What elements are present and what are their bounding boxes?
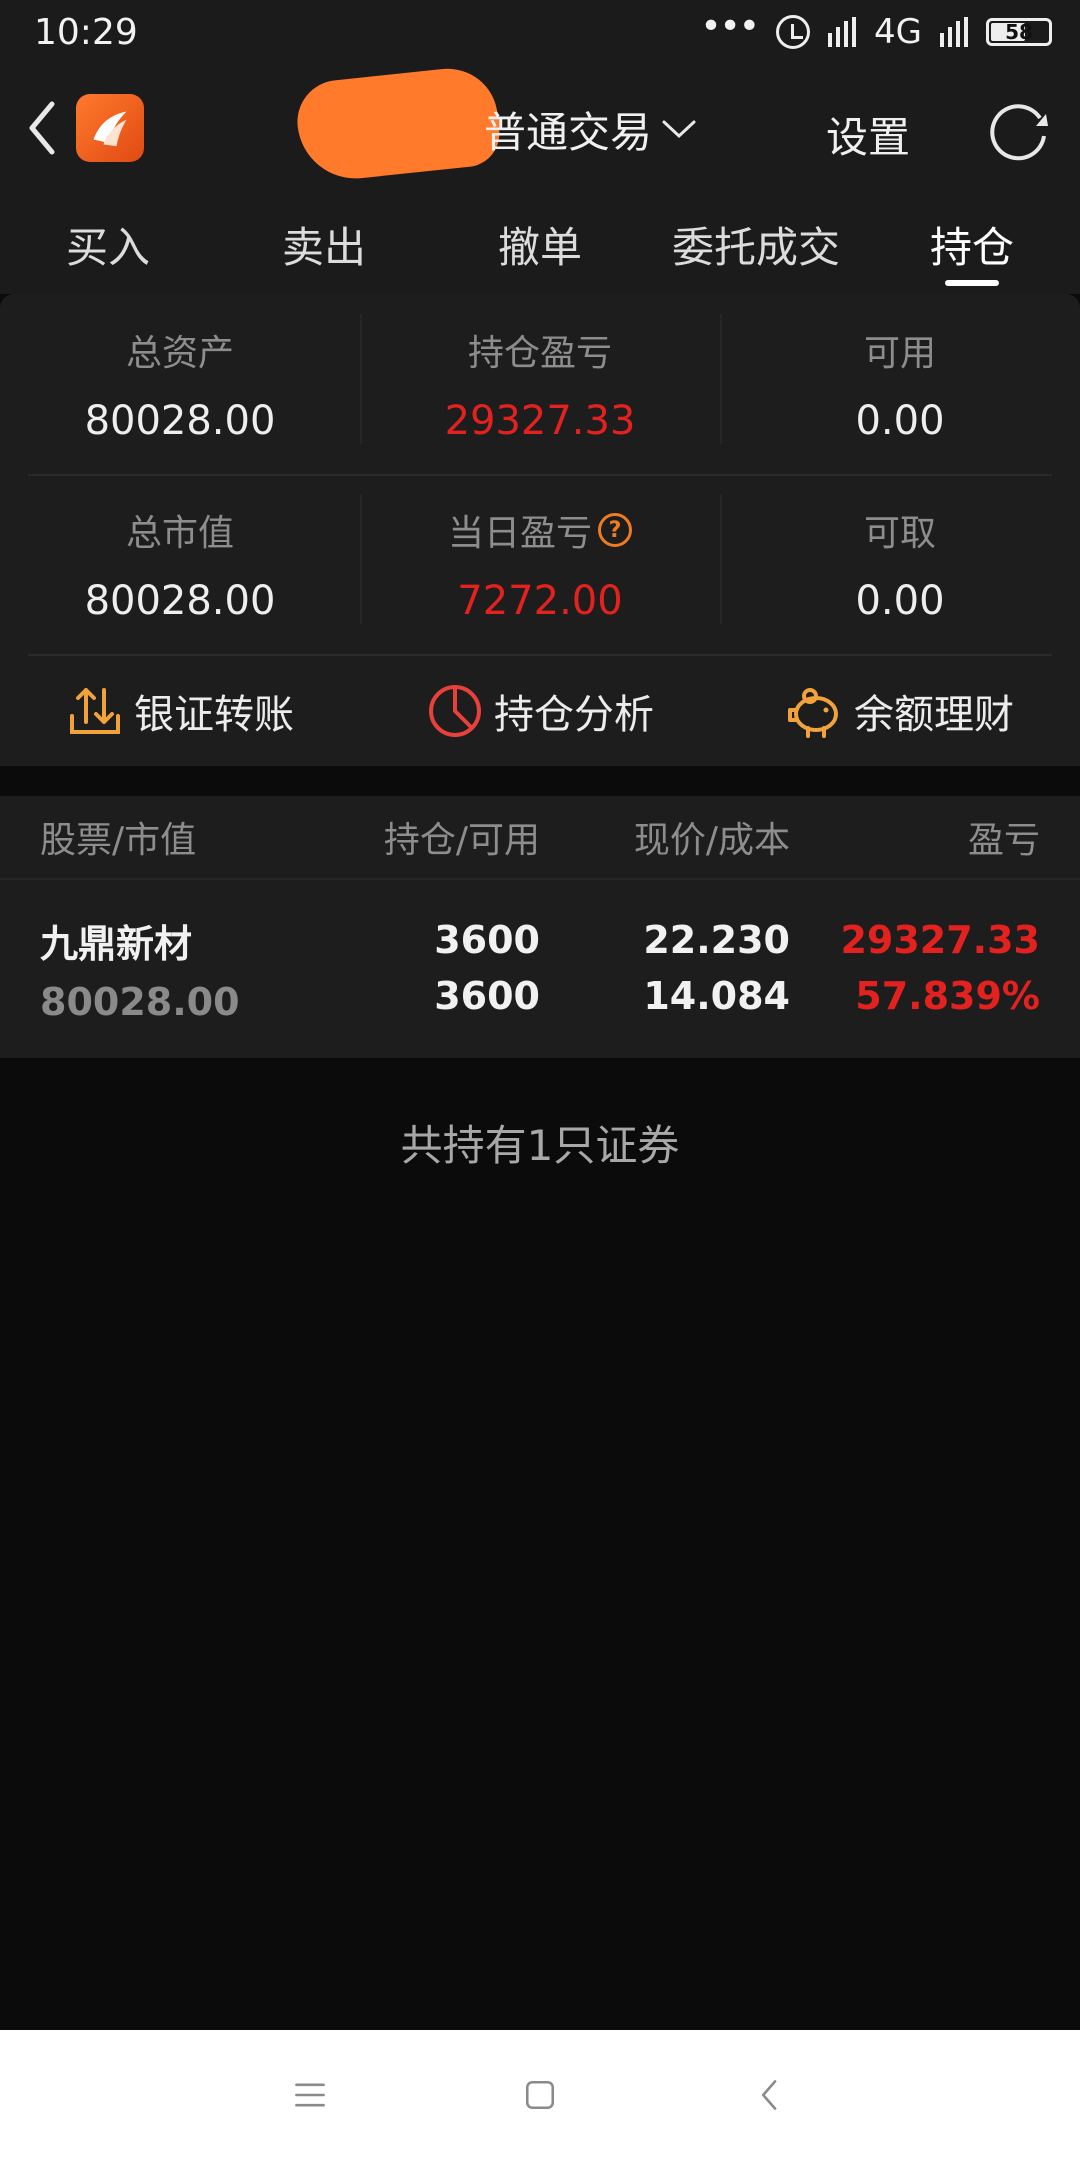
pnl-cell: 29327.33 57.839% (790, 918, 1040, 1018)
daily-pnl-label: 当日盈亏 (447, 513, 592, 554)
tab-buy[interactable]: 买入 (0, 194, 216, 294)
col-price-cost: 现价/成本 (633, 820, 790, 861)
transfer-icon (70, 688, 120, 734)
daily-pnl: 当日盈亏 ? 7272.00 (360, 494, 720, 634)
position-cell: 3600 3600 (330, 918, 540, 1018)
settings-button[interactable]: 设置 (826, 104, 910, 165)
stock-market-value: 80028.00 (40, 979, 240, 1024)
position-analysis-button[interactable]: 持仓分析 (360, 656, 720, 766)
refresh-button[interactable] (986, 96, 1052, 162)
market-value-value: 80028.00 (84, 578, 276, 624)
daily-pnl-label-wrap: 当日盈亏 ? (448, 504, 632, 556)
app-logo (76, 94, 144, 162)
summary-divider (28, 474, 1052, 476)
price-cell: 22.230 14.084 (540, 918, 790, 1018)
account-summary: 总资产 80028.00 持仓盈亏 29327.33 可用 0.00 总市值 8… (0, 294, 1080, 766)
holdings-table: 股票/市值 持仓/可用 现价/成本 盈亏 九鼎新材 80028.00 3600 … (0, 796, 1080, 1058)
account-selector[interactable]: 普通交易 (484, 104, 696, 157)
position-analysis-label: 持仓分析 (494, 692, 654, 738)
menu-icon (295, 2083, 325, 2107)
tab-positions[interactable]: 持仓 (864, 194, 1080, 294)
piggy-bank-icon (788, 688, 838, 738)
alarm-icon (776, 15, 811, 49)
position-pnl-value: 29327.33 (444, 398, 636, 444)
balance-wealth-button[interactable]: 余额理财 (720, 656, 1080, 766)
status-bar: 10:29 ••• 4G 58 (0, 0, 1080, 64)
cost-price: 14.084 (643, 974, 790, 1018)
back-arrow-icon (761, 2080, 777, 2110)
daily-pnl-value: 7272.00 (457, 578, 623, 624)
refresh-icon (990, 104, 1048, 161)
pnl-percent: 57.839% (855, 974, 1040, 1018)
balance-wealth-label: 余额理财 (854, 692, 1014, 738)
status-icons: ••• 4G 58 (700, 6, 1052, 52)
account-title: 普通交易 (484, 107, 653, 157)
available-label: 可用 (863, 333, 936, 374)
signal-icon-2 (940, 17, 968, 47)
market-value-label: 总市值 (125, 513, 234, 554)
tab-sell[interactable]: 卖出 (216, 194, 432, 294)
table-row[interactable]: 九鼎新材 80028.00 3600 3600 22.230 14.084 29… (0, 880, 1080, 1056)
position-pnl-label: 持仓盈亏 (467, 333, 612, 374)
total-assets-value: 80028.00 (84, 398, 276, 444)
more-notifications-icon: ••• (700, 5, 760, 47)
stock-name: 九鼎新材 (40, 921, 193, 966)
withdrawable-label: 可取 (863, 513, 936, 554)
total-assets-label: 总资产 (125, 333, 234, 374)
pie-chart-icon (429, 685, 481, 737)
home-square-icon (525, 2080, 555, 2110)
withdrawable-funds: 可取 0.00 (720, 494, 1080, 634)
signal-icon (828, 17, 857, 47)
current-price: 22.230 (643, 918, 790, 962)
available-funds: 可用 0.00 (720, 314, 1080, 454)
back-button[interactable] (22, 98, 62, 158)
market-value: 总市值 80028.00 (0, 494, 360, 634)
summary-row-2: 总市值 80028.00 当日盈亏 ? 7272.00 可取 0.00 (0, 494, 1080, 674)
chevron-left-icon (29, 101, 55, 155)
summary-row-1: 总资产 80028.00 持仓盈亏 29327.33 可用 0.00 (0, 314, 1080, 494)
withdrawable-value: 0.00 (855, 578, 945, 624)
battery-icon: 58 (986, 18, 1052, 46)
stock-cell: 九鼎新材 80028.00 (0, 913, 330, 1024)
col-stock-market-value: 股票/市值 (40, 820, 197, 861)
total-assets: 总资产 80028.00 (0, 314, 360, 454)
chevron-down-icon (662, 120, 696, 139)
col-pnl: 盈亏 (967, 820, 1040, 861)
help-icon[interactable]: ? (598, 513, 632, 547)
battery-level: 58 (1005, 20, 1033, 44)
menu-button[interactable] (290, 2075, 330, 2115)
home-button[interactable] (520, 2075, 560, 2115)
bank-transfer-label: 银证转账 (134, 692, 294, 738)
system-back-button[interactable] (750, 2075, 790, 2115)
quick-actions: 银证转账 持仓分析 余额理财 (0, 656, 1080, 766)
col-position-available: 持仓/可用 (383, 820, 540, 861)
app-header: 普通交易 设置 (0, 63, 1080, 194)
tab-cancel-order[interactable]: 撤单 (432, 194, 648, 294)
status-time: 10:29 (34, 11, 138, 53)
table-header: 股票/市值 持仓/可用 现价/成本 盈亏 (0, 796, 1080, 880)
system-nav-bar (0, 2030, 1080, 2160)
network-type: 4G (874, 12, 922, 52)
holdings-count: 共持有1只证券 (400, 1121, 680, 1170)
bank-transfer-button[interactable]: 银证转账 (0, 656, 360, 766)
position-qty: 3600 (434, 918, 540, 962)
trade-tabs: 买入 卖出 撤单 委托成交 持仓 (0, 194, 1080, 294)
available-qty: 3600 (434, 974, 540, 1018)
logo-icon (93, 111, 127, 147)
available-value: 0.00 (855, 398, 945, 444)
position-pnl: 持仓盈亏 29327.33 (360, 314, 720, 454)
pnl-amount: 29327.33 (840, 918, 1040, 962)
tab-orders-trades[interactable]: 委托成交 (648, 194, 864, 294)
